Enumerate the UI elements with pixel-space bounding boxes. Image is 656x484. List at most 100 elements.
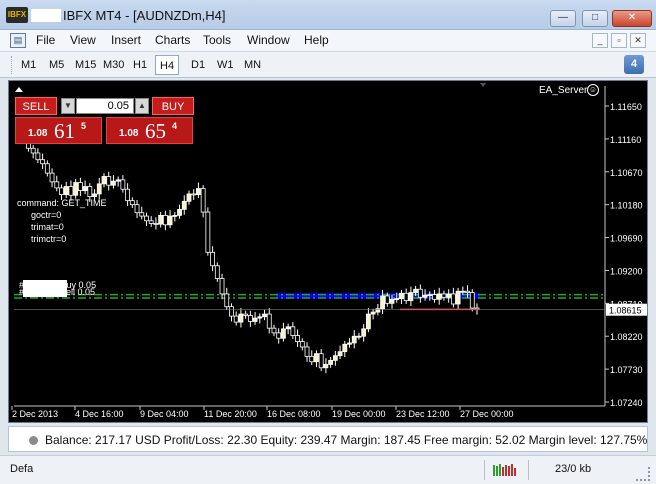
- candle-body: [106, 176, 112, 186]
- candle-body: [266, 313, 272, 329]
- candle-body: [125, 188, 130, 202]
- x-tick-label: 16 Dec 08:00: [267, 409, 321, 419]
- chart-area[interactable]: 1.11650 1.11160 1.10670 1.10180 1.09690 1.092…: [8, 80, 648, 423]
- y-tick-label: 1.08220: [610, 332, 643, 342]
- title-bar: IBFX IBFX MT4 - [AUDNZDm,H4] — □ ✕: [0, 0, 656, 30]
- sell-button[interactable]: SELL: [15, 97, 57, 115]
- candle-body: [224, 293, 230, 308]
- candle-body: [290, 326, 296, 336]
- sell-price-fraction: 5: [81, 121, 87, 131]
- candle-body: [436, 293, 442, 300]
- chart-shift-marker: [480, 83, 486, 87]
- menu-window[interactable]: Window: [247, 33, 290, 47]
- y-tick-label: 1.11160: [610, 135, 641, 145]
- candle-body: [366, 313, 371, 330]
- buy-price-pips: 65: [145, 119, 166, 143]
- tf-h4[interactable]: H4: [155, 55, 180, 75]
- candle-body: [44, 163, 50, 174]
- candle-body: [68, 186, 74, 196]
- candle-body: [87, 186, 93, 198]
- candle-body: [347, 342, 352, 345]
- candle-body: [111, 180, 116, 186]
- candle-body: [432, 294, 437, 300]
- menu-view[interactable]: View: [70, 33, 96, 47]
- menu-bar: ▤ File View Insert Charts Tools Window H…: [0, 30, 656, 52]
- tf-m15[interactable]: M15: [71, 55, 100, 75]
- candle-body: [332, 355, 338, 361]
- candle-body: [247, 315, 253, 322]
- close-button[interactable]: ✕: [612, 10, 652, 27]
- candle-body: [77, 182, 83, 191]
- resize-grip-icon[interactable]: [636, 467, 650, 481]
- tf-m5[interactable]: M5: [45, 55, 68, 75]
- candle-body: [384, 295, 390, 304]
- x-tick-label: 4 Dec 16:00: [75, 409, 124, 419]
- candle-body: [59, 187, 64, 195]
- one-click-trading-panel: SELL ▼ ▲ BUY 1.08 61 5 1.08 65 4: [15, 97, 194, 146]
- chart-window-icon[interactable]: ▤: [10, 33, 26, 48]
- menu-charts[interactable]: Charts: [155, 33, 190, 47]
- candle-body: [394, 298, 400, 301]
- tf-h1[interactable]: H1: [129, 55, 151, 75]
- candle-body: [219, 278, 225, 295]
- child-close-button[interactable]: ✕: [630, 33, 646, 48]
- candle-body: [314, 353, 319, 363]
- account-summary: Balance: 217.17 USD Profit/Loss: 22.30 E…: [45, 433, 648, 447]
- menu-tools[interactable]: Tools: [203, 33, 231, 47]
- child-minimize-button[interactable]: _: [592, 33, 608, 48]
- candle-body: [73, 182, 79, 196]
- candle-body: [252, 317, 258, 322]
- candle-body: [172, 215, 178, 217]
- candle-body: [120, 179, 126, 190]
- y-tick-label: 1.07730: [610, 365, 643, 375]
- tf-w1[interactable]: W1: [213, 55, 238, 75]
- candle-body: [403, 292, 409, 302]
- candle-body: [304, 346, 310, 357]
- candle-body: [191, 193, 197, 196]
- candle-body: [35, 152, 41, 161]
- menu-file[interactable]: File: [36, 33, 55, 47]
- smiley-icon: ☺: [587, 84, 599, 96]
- x-tick-label: 2 Dec 2013: [12, 409, 58, 419]
- tf-mn[interactable]: MN: [240, 55, 265, 75]
- menu-insert[interactable]: Insert: [111, 33, 141, 47]
- lot-increase-button[interactable]: ▲: [135, 98, 149, 114]
- menu-help[interactable]: Help: [304, 33, 329, 47]
- comment-line: goctr=0: [31, 210, 62, 220]
- tf-d1[interactable]: D1: [187, 55, 209, 75]
- sell-price-button[interactable]: 1.08 61 5: [15, 117, 102, 144]
- candle-body: [40, 159, 46, 165]
- lot-decrease-button[interactable]: ▼: [61, 98, 75, 114]
- connection-bars-icon: [493, 464, 516, 476]
- comment-line: trimctr=0: [31, 234, 67, 244]
- status-dot-icon: [29, 436, 38, 445]
- x-tick-label: 9 Dec 04:00: [140, 409, 189, 419]
- notification-badge[interactable]: 4: [624, 55, 644, 74]
- minimize-button[interactable]: —: [550, 10, 576, 27]
- tf-m1[interactable]: M1: [17, 55, 40, 75]
- candle-body: [446, 293, 452, 298]
- tf-m30[interactable]: M30: [99, 55, 128, 75]
- child-restore-button[interactable]: ▫: [611, 33, 627, 48]
- candle-body: [134, 204, 140, 214]
- current-price-label: 1.08615: [609, 306, 642, 316]
- candle-body: [351, 335, 357, 344]
- candle-body: [295, 335, 300, 342]
- candle-body: [281, 328, 286, 339]
- y-tick-label: 1.10670: [610, 168, 643, 178]
- candle-body: [413, 288, 419, 293]
- candle-body: [455, 290, 461, 305]
- candle-body: [380, 295, 385, 310]
- buy-price-button[interactable]: 1.08 65 4: [106, 117, 193, 144]
- candle-body: [214, 265, 220, 279]
- candle-body: [262, 313, 267, 318]
- candle-body: [129, 200, 135, 206]
- candle-body: [205, 211, 211, 253]
- y-tick-label: 1.09690: [610, 234, 643, 244]
- candle-body: [158, 215, 164, 225]
- buy-button[interactable]: BUY: [152, 97, 194, 115]
- candle-body: [177, 208, 182, 216]
- lot-size-input[interactable]: [76, 98, 134, 114]
- candle-body: [82, 186, 88, 191]
- maximize-button[interactable]: □: [582, 10, 608, 27]
